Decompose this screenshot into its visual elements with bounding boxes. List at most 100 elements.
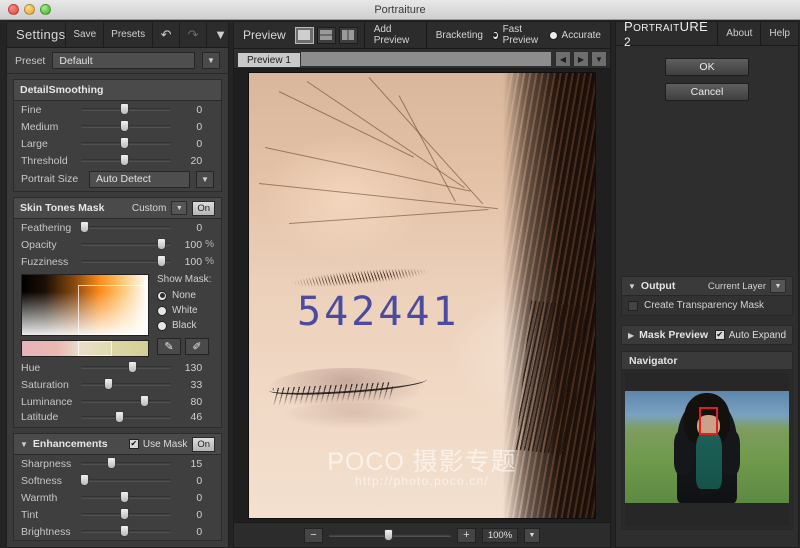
enhancements-toggle[interactable]: On (192, 436, 215, 452)
ok-button[interactable]: OK (665, 58, 749, 76)
saturation-slider[interactable] (81, 378, 171, 390)
mask-option-label: Black (172, 320, 197, 331)
enhancements-header[interactable]: ▼ Enhancements ✔ Use Mask On (14, 434, 221, 455)
mask-option-white[interactable]: White (157, 303, 214, 318)
chevron-down-icon[interactable]: ▼ (171, 201, 188, 215)
color-gradient-field[interactable] (21, 274, 149, 336)
use-mask-checkbox-row[interactable]: ✔ Use Mask (128, 438, 188, 450)
radio-icon[interactable] (491, 30, 499, 40)
tab-prev-icon[interactable]: ◀ (555, 51, 571, 67)
transparency-mask-row[interactable]: Create Transparency Mask (621, 296, 793, 316)
preview-title: Preview (243, 28, 286, 42)
fine-slider[interactable] (81, 103, 171, 115)
slider-label: Large (21, 137, 48, 150)
mask-option-none[interactable]: None (157, 288, 214, 303)
checkbox-icon[interactable]: ✔ (714, 330, 725, 340)
luminance-slider[interactable] (81, 395, 171, 407)
eyedropper-icon[interactable]: ✎ (157, 338, 181, 355)
detail-smoothing-header[interactable]: DetailSmoothing (14, 80, 221, 101)
view-mode-single-icon[interactable] (294, 26, 314, 44)
zoom-value[interactable]: 100% (482, 527, 518, 543)
radio-icon[interactable] (157, 305, 167, 316)
softness-slider[interactable] (80, 474, 171, 486)
tone-strip-selection[interactable] (78, 341, 112, 356)
undo-icon[interactable]: ↶ (152, 22, 180, 47)
fast-preview-option[interactable]: Fast Preview (491, 24, 541, 46)
chevron-down-icon[interactable]: ▼ (196, 170, 214, 188)
tab-next-icon[interactable]: ▶ (573, 51, 589, 67)
triangle-down-icon[interactable]: ▼ (628, 282, 636, 291)
radio-icon[interactable] (157, 290, 167, 301)
about-button[interactable]: About (717, 22, 760, 45)
sharpness-slider[interactable] (81, 457, 171, 469)
output-target-select[interactable]: Current Layer (708, 281, 766, 292)
radio-icon[interactable] (548, 30, 558, 40)
bracketing-button[interactable]: Bracketing (425, 22, 492, 48)
threshold-slider[interactable] (81, 154, 171, 166)
large-slider[interactable] (81, 137, 171, 149)
redo-icon[interactable]: ↷ (179, 22, 207, 47)
zoom-menu-icon[interactable]: ▼ (524, 527, 540, 543)
under-eye-shadow (279, 403, 429, 429)
navigator-box[interactable] (621, 370, 793, 530)
portrait-size-select[interactable]: Auto Detect (89, 170, 190, 188)
accurate-option[interactable]: Accurate (548, 30, 601, 41)
view-mode-split-horizontal-icon[interactable] (316, 26, 336, 44)
slider-row: Medium 0 (14, 118, 221, 135)
latitude-slider[interactable] (81, 410, 171, 423)
navigator-thumbnail[interactable] (625, 373, 789, 526)
slider-value: 15 (190, 457, 203, 470)
auto-expand-row[interactable]: ✔ Auto Expand (714, 330, 786, 341)
fuzziness-slider[interactable] (81, 255, 171, 267)
use-mask-label: Use Mask (142, 438, 188, 450)
output-section-header[interactable]: ▼ Output Current Layer ▼ (621, 276, 793, 296)
chevron-down-icon[interactable]: ▼ (202, 52, 220, 69)
preview-tab-1[interactable]: Preview 1 (237, 52, 301, 68)
hue-slider[interactable] (81, 361, 171, 373)
brand-part-1: P (624, 18, 634, 34)
add-preview-button[interactable]: Add Preview (363, 22, 426, 48)
skin-tones-mask-header[interactable]: Skin Tones Mask Custom ▼ On (14, 198, 221, 219)
slider-value: 0 (196, 103, 203, 116)
save-button[interactable]: Save (65, 22, 104, 47)
slider-row: Latitude 46 (14, 410, 221, 427)
navigator-viewport-rect[interactable] (698, 407, 719, 435)
slider-value: 0 (196, 137, 203, 150)
presets-button[interactable]: Presets (103, 22, 153, 47)
preview-image[interactable]: 542441 POCO 摄影专题 http://photo.poco.cn/ (248, 72, 596, 519)
warmth-slider[interactable] (81, 491, 171, 503)
skin-mask-toggle[interactable]: On (192, 200, 215, 216)
triangle-down-icon[interactable]: ▼ (20, 440, 28, 449)
gradient-selection-rect[interactable] (78, 285, 146, 335)
help-button[interactable]: Help (760, 22, 798, 45)
tab-menu-icon[interactable]: ▼ (591, 51, 607, 67)
checkbox-icon[interactable]: ✔ (128, 439, 139, 449)
enhancements-section: ▼ Enhancements ✔ Use Mask On Sharpness 1… (13, 433, 222, 541)
preview-canvas[interactable]: 542441 POCO 摄影专题 http://photo.poco.cn/ (234, 69, 610, 522)
zoom-out-button[interactable]: − (304, 527, 323, 543)
tone-strip[interactable] (21, 340, 149, 357)
triangle-right-icon[interactable]: ▶ (628, 331, 634, 340)
cancel-button[interactable]: Cancel (665, 83, 749, 101)
chevron-down-icon[interactable]: ▼ (770, 279, 786, 293)
mask-preview-section-header[interactable]: ▶ Mask Preview ✔ Auto Expand (621, 325, 793, 345)
radio-icon[interactable] (157, 320, 167, 331)
zoom-slider[interactable] (329, 528, 451, 541)
checkbox-icon[interactable] (628, 300, 638, 311)
slider-value: 0 (196, 221, 203, 234)
mask-option-black[interactable]: Black (157, 318, 214, 333)
view-mode-split-vertical-icon[interactable] (338, 26, 358, 44)
skin-preset-select[interactable]: Custom (132, 203, 166, 214)
brightness-slider[interactable] (81, 525, 171, 537)
slider-value: 0 (196, 120, 203, 133)
eyedropper-add-icon[interactable]: ✐ (185, 338, 209, 355)
settings-menu-icon[interactable]: ▼ (206, 22, 228, 47)
slider-row: Large 0 (14, 135, 221, 152)
tint-slider[interactable] (81, 508, 171, 520)
feathering-slider[interactable] (80, 221, 171, 233)
medium-slider[interactable] (81, 120, 171, 132)
zoom-in-button[interactable]: + (457, 527, 476, 543)
opacity-slider[interactable] (81, 238, 171, 250)
preset-select[interactable]: Default (52, 52, 195, 69)
slider-label: Luminance (21, 395, 73, 408)
